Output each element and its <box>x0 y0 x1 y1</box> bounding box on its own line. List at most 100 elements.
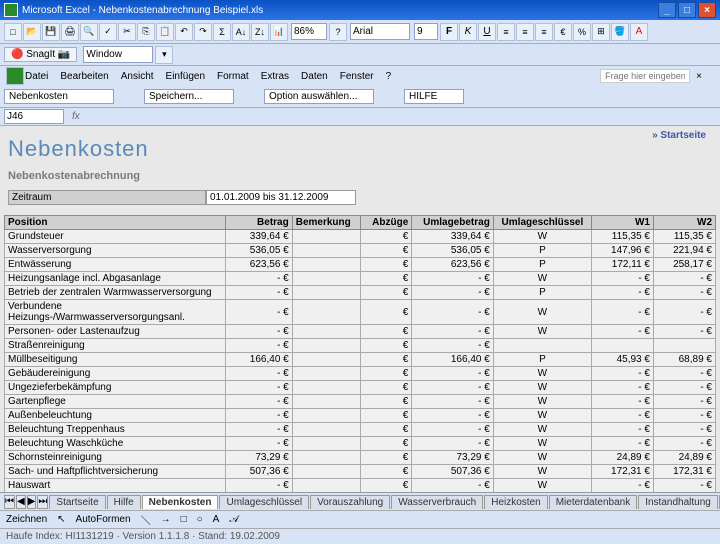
cell-bemerkung[interactable] <box>292 272 361 286</box>
cell-w1[interactable]: 45,93 € <box>592 353 654 367</box>
sort-desc-icon[interactable]: Z↓ <box>251 23 269 41</box>
align-center-icon[interactable]: ≡ <box>516 23 534 41</box>
cell-w2[interactable]: - € <box>653 423 715 437</box>
cell-w1[interactable]: 147,96 € <box>592 244 654 258</box>
cell-position[interactable]: Gebäudereinigung <box>5 367 226 381</box>
cell-umlagebetrag[interactable]: - € <box>412 423 494 437</box>
table-row[interactable]: Gebäudereinigung- €€- €W- €- € <box>5 367 716 381</box>
cell-bemerkung[interactable] <box>292 479 361 493</box>
cell-w2[interactable]: - € <box>653 367 715 381</box>
cell-position[interactable]: Grundsteuer <box>5 230 226 244</box>
menu-fenster[interactable]: Fenster <box>340 71 374 82</box>
cell-abzuege[interactable]: € <box>361 381 412 395</box>
table-row[interactable]: Verbundene Heizungs-/Warmwasserversorgun… <box>5 300 716 325</box>
align-left-icon[interactable]: ≡ <box>497 23 515 41</box>
save-box[interactable]: Speichern... <box>144 89 234 104</box>
cell-key[interactable]: W <box>493 300 591 325</box>
cell-w2[interactable]: - € <box>653 437 715 451</box>
menu-bearbeiten[interactable]: Bearbeiten <box>60 71 108 82</box>
cell-abzuege[interactable]: € <box>361 300 412 325</box>
cell-position[interactable]: Sach- und Haftpflichtversicherung <box>5 465 226 479</box>
snagit-button[interactable]: 🔴 SnagIt 📷 <box>4 47 77 62</box>
italic-icon[interactable]: K <box>459 23 477 41</box>
cut-icon[interactable]: ✂ <box>118 23 136 41</box>
pointer-icon[interactable]: ↖ <box>57 514 65 525</box>
cell-umlagebetrag[interactable]: 73,29 € <box>412 451 494 465</box>
cell-betrag[interactable]: - € <box>226 409 292 423</box>
oval-icon[interactable]: ○ <box>197 514 203 525</box>
cell-umlagebetrag[interactable]: 166,40 € <box>412 353 494 367</box>
menu-einfuegen[interactable]: Einfügen <box>166 71 205 82</box>
sheet-tab[interactable]: Wasserverbrauch <box>391 495 483 509</box>
cell-betrag[interactable]: - € <box>226 300 292 325</box>
align-right-icon[interactable]: ≡ <box>535 23 553 41</box>
cell-bemerkung[interactable] <box>292 423 361 437</box>
option-box[interactable]: Option auswählen... <box>264 89 374 104</box>
cell-betrag[interactable]: - € <box>226 286 292 300</box>
sheet-tab[interactable]: Instandhaltung <box>638 495 718 509</box>
new-icon[interactable]: □ <box>4 23 22 41</box>
sum-icon[interactable]: Σ <box>213 23 231 41</box>
cell-abzuege[interactable]: € <box>361 465 412 479</box>
cell-key[interactable]: W <box>493 465 591 479</box>
table-row[interactable]: Schornsteinreinigung73,29 €€73,29 €W24,8… <box>5 451 716 465</box>
cell-abzuege[interactable]: € <box>361 244 412 258</box>
table-row[interactable]: Müllbeseitigung166,40 €€166,40 €P45,93 €… <box>5 353 716 367</box>
cell-key[interactable]: W <box>493 409 591 423</box>
zoom-select[interactable] <box>291 23 327 40</box>
cell-w2[interactable]: - € <box>653 479 715 493</box>
sheet-tab[interactable]: Mieterdatenbank <box>549 495 638 509</box>
table-row[interactable]: Außenbeleuchtung- €€- €W- €- € <box>5 409 716 423</box>
cell-betrag[interactable]: 73,29 € <box>226 451 292 465</box>
chart-icon[interactable]: 📊 <box>270 23 288 41</box>
cell-w1[interactable]: 172,31 € <box>592 465 654 479</box>
tab-last-icon[interactable]: ⏭ <box>37 495 48 509</box>
rect-icon[interactable]: □ <box>181 514 187 525</box>
table-row[interactable]: Heizungsanlage incl. Abgasanlage- €€- €W… <box>5 272 716 286</box>
cell-abzuege[interactable]: € <box>361 423 412 437</box>
textbox-icon[interactable]: A <box>213 514 220 525</box>
cell-position[interactable]: Personen- oder Lastenaufzug <box>5 325 226 339</box>
percent-icon[interactable]: % <box>573 23 591 41</box>
arrow-icon[interactable]: → <box>161 514 171 525</box>
cell-position[interactable]: Beleuchtung Waschküche <box>5 437 226 451</box>
borders-icon[interactable]: ⊞ <box>592 23 610 41</box>
cell-w2[interactable]: 258,17 € <box>653 258 715 272</box>
open-icon[interactable]: 📂 <box>23 23 41 41</box>
font-color-icon[interactable]: A <box>630 23 648 41</box>
cell-abzuege[interactable]: € <box>361 325 412 339</box>
cell-abzuege[interactable]: € <box>361 409 412 423</box>
cell-umlagebetrag[interactable]: 507,36 € <box>412 465 494 479</box>
app-icon[interactable] <box>6 67 24 85</box>
cell-key[interactable]: P <box>493 244 591 258</box>
cell-bemerkung[interactable] <box>292 300 361 325</box>
cell-key[interactable]: P <box>493 286 591 300</box>
cell-key[interactable]: W <box>493 272 591 286</box>
sheet-tab[interactable]: Vorauszahlung <box>310 495 390 509</box>
cell-bemerkung[interactable] <box>292 230 361 244</box>
cell-position[interactable]: Verbundene Heizungs-/Warmwasserversorgun… <box>5 300 226 325</box>
cell-w2[interactable]: 115,35 € <box>653 230 715 244</box>
cell-umlagebetrag[interactable]: - € <box>412 286 494 300</box>
cell-key[interactable]: W <box>493 325 591 339</box>
cell-betrag[interactable]: - € <box>226 272 292 286</box>
cell-key[interactable]: W <box>493 367 591 381</box>
cell-abzuege[interactable]: € <box>361 353 412 367</box>
cell-position[interactable]: Straßenreinigung <box>5 339 226 353</box>
cell-w2[interactable]: - € <box>653 286 715 300</box>
save-icon[interactable]: 💾 <box>42 23 60 41</box>
table-row[interactable]: Entwässerung623,56 €€623,56 €P172,11 €25… <box>5 258 716 272</box>
cell-betrag[interactable]: - € <box>226 325 292 339</box>
cell-position[interactable]: Entwässerung <box>5 258 226 272</box>
menu-extras[interactable]: Extras <box>261 71 289 82</box>
cell-w1[interactable]: - € <box>592 409 654 423</box>
menu-datei[interactable]: Datei <box>25 71 48 82</box>
cell-w2[interactable]: 68,89 € <box>653 353 715 367</box>
cell-w1[interactable]: - € <box>592 300 654 325</box>
table-row[interactable]: Straßenreinigung- €€- € <box>5 339 716 353</box>
start-link[interactable]: » Startseite <box>652 130 706 141</box>
cell-bemerkung[interactable] <box>292 367 361 381</box>
cell-position[interactable]: Wasserversorgung <box>5 244 226 258</box>
cell-key[interactable]: P <box>493 258 591 272</box>
cell-betrag[interactable]: - € <box>226 395 292 409</box>
